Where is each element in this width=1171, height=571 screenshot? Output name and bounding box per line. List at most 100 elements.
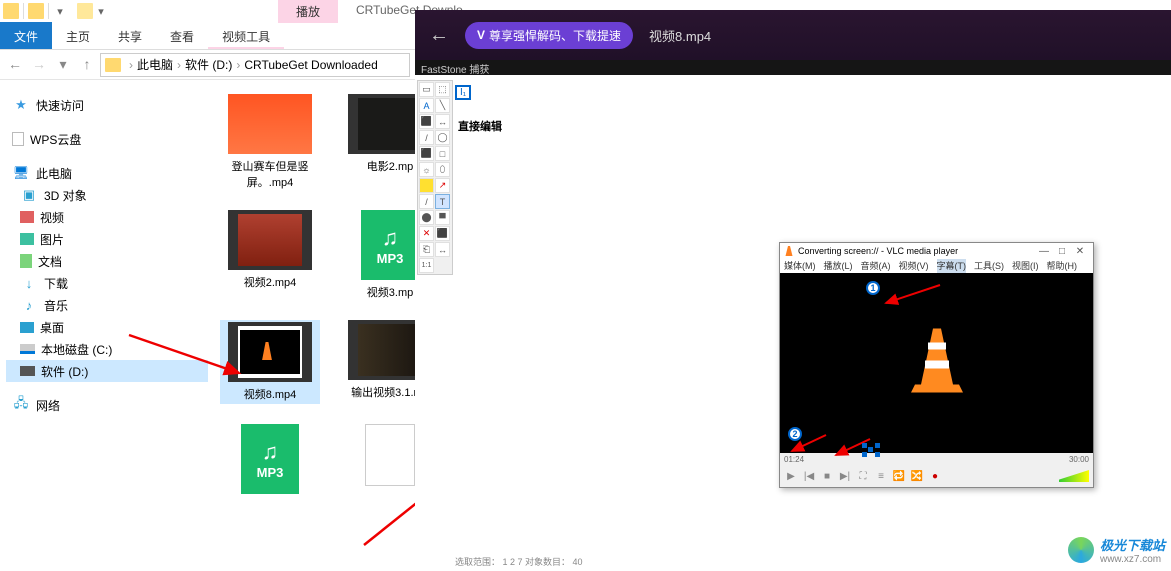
text-cursor[interactable]: I₁ <box>455 85 471 100</box>
time-elapsed: 01:24 <box>784 455 804 464</box>
chevron-icon[interactable]: › <box>129 58 133 72</box>
player-body: FastStone 捕获 ▭ ⬚ A ╲ ⬛ ↔ / ◯ ⬛ □ ☼ ⬯ ↗ /… <box>415 60 1171 570</box>
close-button[interactable]: ✕ <box>1071 246 1089 257</box>
file-tab[interactable]: 文件 <box>0 22 52 49</box>
sidebar-desktop[interactable]: 桌面 <box>6 316 208 338</box>
prev-button[interactable]: |◀ <box>802 471 816 482</box>
sidebar-label: 网络 <box>36 397 60 414</box>
fullscreen-button[interactable]: ⛶ <box>856 471 870 482</box>
sidebar-wps[interactable]: WPS云盘 <box>6 128 208 150</box>
dropdown-icon[interactable]: ▾ <box>94 5 108 18</box>
premium-badge[interactable]: V尊享强悍解码、下载提速 <box>465 22 633 49</box>
sidebar-documents[interactable]: 文档 <box>6 250 208 272</box>
file-item[interactable]: 登山赛车但是竖屏。.mp4 <box>220 94 320 190</box>
sidebar-videos[interactable]: 视频 <box>6 206 208 228</box>
mp3-label: MP3 <box>257 465 284 480</box>
tool-resize[interactable]: ↔ <box>435 114 450 129</box>
vlc-titlebar[interactable]: Converting screen:// - VLC media player … <box>780 243 1093 259</box>
up-button[interactable]: ↑ <box>78 56 96 73</box>
sidebar-quick-access[interactable]: ★快速访问 <box>6 94 208 116</box>
tool-textbox[interactable]: T <box>435 194 450 209</box>
tool-frame[interactable]: □ <box>435 146 450 161</box>
tool-text[interactable]: A <box>419 98 434 113</box>
tool-brush[interactable]: / <box>419 194 434 209</box>
menu-video[interactable]: 视频(V) <box>899 259 929 273</box>
tool-close[interactable]: ✕ <box>419 226 434 241</box>
sidebar-d-drive[interactable]: 软件 (D:) <box>6 360 208 382</box>
menu-help[interactable]: 帮助(H) <box>1047 259 1078 273</box>
dropdown-icon[interactable]: ▾ <box>53 5 67 18</box>
separator <box>48 3 49 19</box>
sidebar-downloads[interactable]: ↓下载 <box>6 272 208 294</box>
tool-pencil[interactable]: / <box>419 130 434 145</box>
sidebar-this-pc[interactable]: 🖥此电脑 <box>6 162 208 184</box>
vlc-controls: ▶ |◀ ■ ▶| ⛶ ≡ 🔁 🔀 ● <box>780 465 1093 487</box>
breadcrumb-pc[interactable]: 此电脑 <box>137 56 173 73</box>
menu-tools[interactable]: 工具(S) <box>974 259 1004 273</box>
view-tab[interactable]: 查看 <box>156 22 208 49</box>
tool-zoom[interactable]: 1:1 <box>419 258 434 273</box>
back-button[interactable]: ← <box>6 56 24 73</box>
selection-handles[interactable] <box>862 443 880 457</box>
file-item[interactable]: ♫MP3 <box>220 424 320 498</box>
tool-arrow[interactable]: ↗ <box>435 178 450 193</box>
contextual-tab-play[interactable]: 播放 <box>278 0 338 23</box>
folder-icon <box>105 58 121 72</box>
menu-playback[interactable]: 播放(L) <box>824 259 853 273</box>
volume-slider[interactable] <box>1059 470 1089 482</box>
shuffle-button[interactable]: 🔀 <box>910 471 924 482</box>
menu-subtitle[interactable]: 字幕(T) <box>937 259 967 273</box>
home-tab[interactable]: 主页 <box>52 22 104 49</box>
minimize-button[interactable]: — <box>1035 246 1053 257</box>
menu-audio[interactable]: 音频(A) <box>861 259 891 273</box>
tool-marker[interactable] <box>419 178 434 193</box>
next-button[interactable]: ▶| <box>838 471 852 482</box>
stop-button[interactable]: ■ <box>820 471 834 482</box>
maximize-button[interactable]: □ <box>1053 246 1071 257</box>
sidebar-label: 文档 <box>38 253 62 270</box>
file-item[interactable]: 视频2.mp4 <box>220 210 320 300</box>
breadcrumb-drive[interactable]: 软件 (D:) <box>185 56 232 73</box>
menu-media[interactable]: 媒体(M) <box>784 259 816 273</box>
tool-number[interactable]: ⬤ <box>419 210 434 225</box>
menu-view[interactable]: 视图(I) <box>1012 259 1039 273</box>
loop-button[interactable]: 🔁 <box>892 471 906 482</box>
thumbnail <box>228 322 312 382</box>
tool-stamp[interactable]: ⬛ <box>435 226 450 241</box>
tool-shape[interactable]: ⬛ <box>419 146 434 161</box>
tool-undo[interactable]: ⎗ <box>419 242 434 257</box>
thumbnail <box>228 94 312 154</box>
tool-blur[interactable]: ⬯ <box>435 162 450 177</box>
share-tab[interactable]: 共享 <box>104 22 156 49</box>
vlc-window[interactable]: Converting screen:// - VLC media player … <box>779 242 1094 488</box>
sidebar-3d-objects[interactable]: ▣3D 对象 <box>6 184 208 206</box>
sidebar-label: 音乐 <box>44 297 68 314</box>
file-item-selected[interactable]: 视频8.mp4 <box>220 320 320 404</box>
playlist-button[interactable]: ≡ <box>874 471 888 482</box>
tool-fill[interactable]: ⬛ <box>419 114 434 129</box>
tool-select[interactable]: ⬚ <box>435 82 450 97</box>
back-button[interactable]: ← <box>429 24 449 47</box>
file-icon <box>12 132 24 146</box>
chevron-icon[interactable]: › <box>177 58 181 72</box>
vlc-video-area[interactable]: 1 2 <box>780 273 1093 453</box>
sidebar-music[interactable]: ♪音乐 <box>6 294 208 316</box>
tool-highlight[interactable]: ☼ <box>419 162 434 177</box>
tool-ellipse[interactable]: ◯ <box>435 130 450 145</box>
folder-icon[interactable] <box>28 3 44 19</box>
tool-line[interactable]: ╲ <box>435 98 450 113</box>
record-button[interactable]: ● <box>928 471 942 482</box>
breadcrumb-folder[interactable]: CRTubeGet Downloaded <box>244 58 377 72</box>
tool-move[interactable]: ↔ <box>435 242 450 257</box>
chevron-icon[interactable]: › <box>236 58 240 72</box>
forward-button[interactable]: → <box>30 56 48 73</box>
tool-rect[interactable]: ▭ <box>419 82 434 97</box>
sidebar-network[interactable]: 🖧网络 <box>6 394 208 416</box>
recent-dropdown[interactable]: ▾ <box>54 56 72 73</box>
sidebar-c-drive[interactable]: 本地磁盘 (C:) <box>6 338 208 360</box>
play-button[interactable]: ▶ <box>784 471 798 482</box>
sidebar-pictures[interactable]: 图片 <box>6 228 208 250</box>
breadcrumb[interactable]: › 此电脑 › 软件 (D:) › CRTubeGet Downloaded <box>100 53 410 77</box>
video-tools-tab[interactable]: 视频工具 <box>208 22 284 49</box>
tool-color[interactable]: ▀ <box>435 210 450 225</box>
